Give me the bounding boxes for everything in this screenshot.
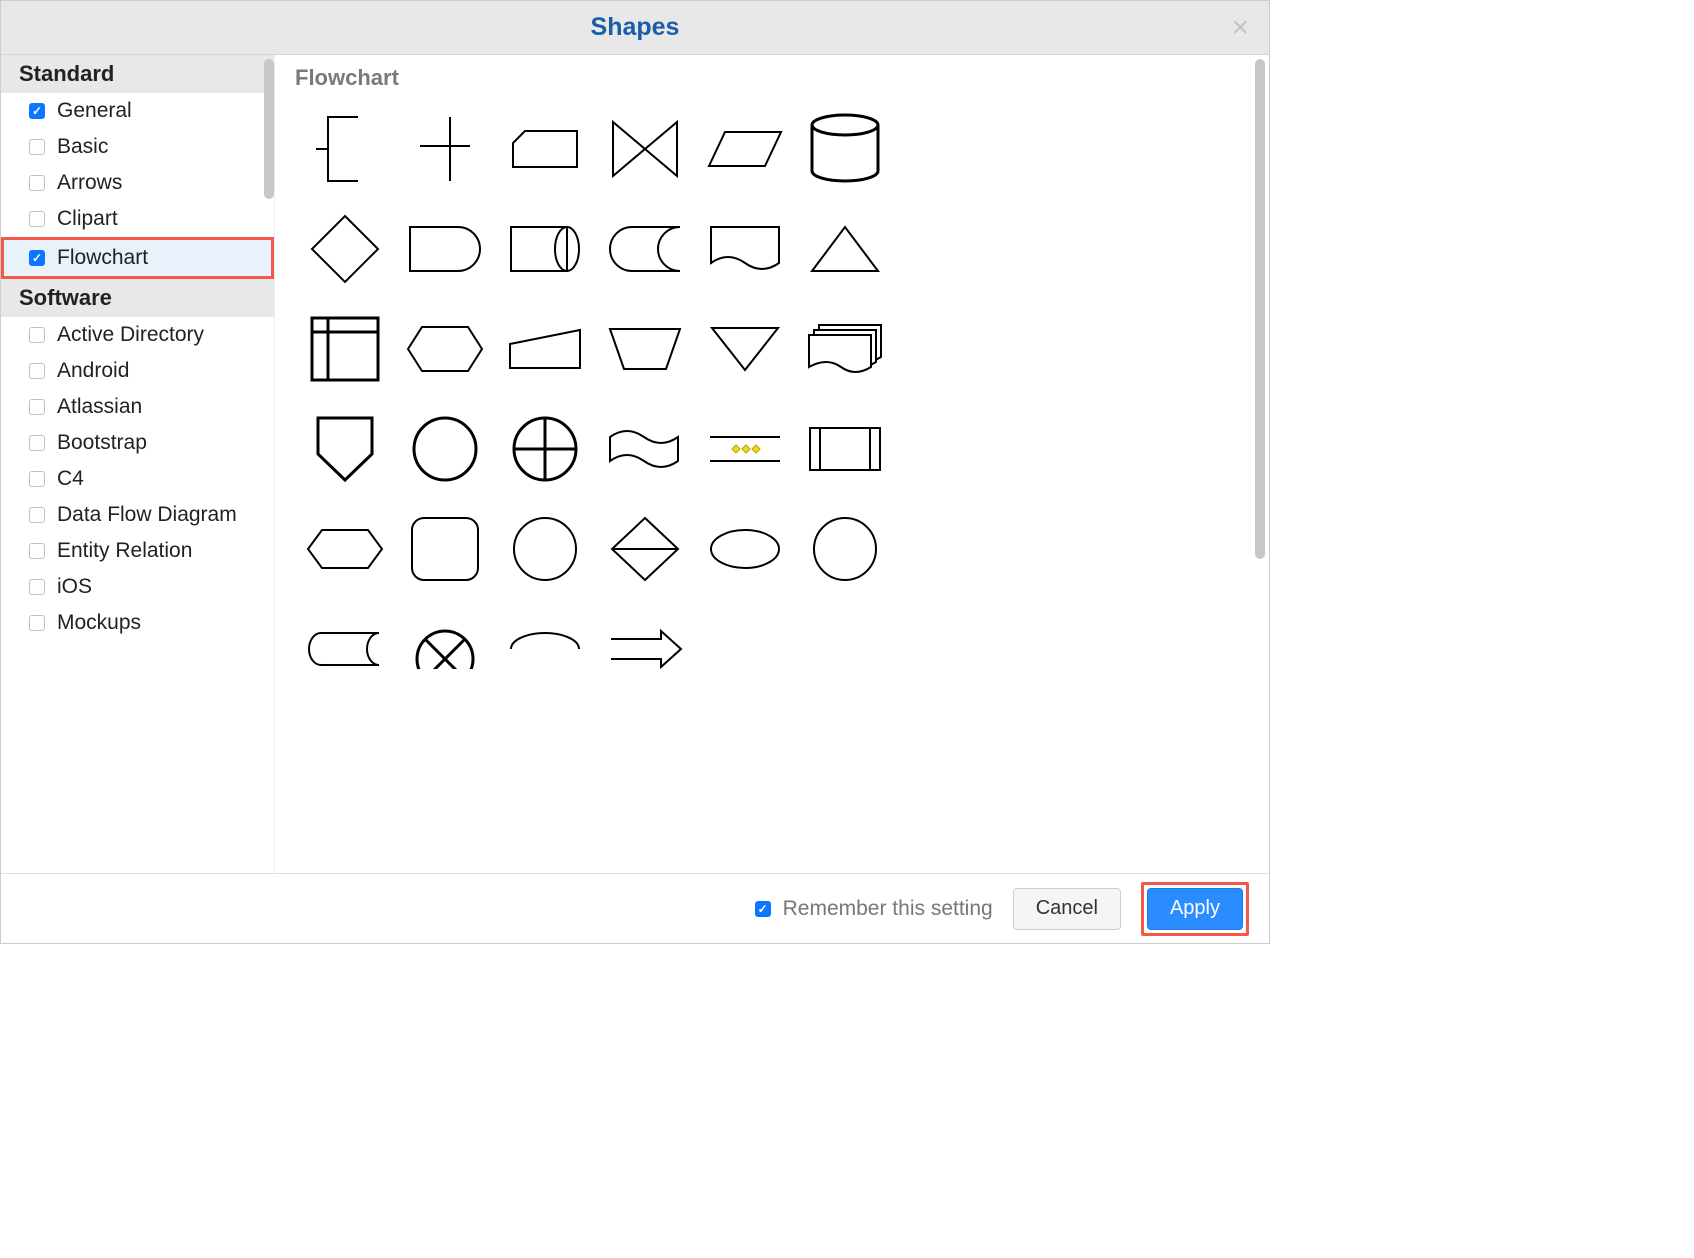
checkbox-icon[interactable]: [29, 175, 45, 191]
shape-card-icon[interactable]: [495, 599, 595, 699]
shape-preparation-icon[interactable]: [395, 299, 495, 399]
dialog-title: Shapes: [591, 13, 680, 42]
shape-manual-input-icon[interactable]: [495, 299, 595, 399]
shape-summing-junction-icon[interactable]: [695, 399, 795, 499]
category-label: C4: [57, 467, 84, 491]
close-icon[interactable]: ×: [1231, 13, 1249, 43]
dialog-header: Shapes ×: [1, 1, 1269, 55]
shape-data-icon[interactable]: [495, 99, 595, 199]
shape-loop-limit-icon[interactable]: [595, 99, 695, 199]
category-label: Flowchart: [57, 246, 148, 270]
category-item-bootstrap[interactable]: Bootstrap: [1, 425, 274, 461]
shape-grid: [295, 99, 1249, 699]
category-header-standard: Standard: [1, 55, 274, 93]
preview-title: Flowchart: [295, 65, 1249, 91]
category-item-data-flow-diagram[interactable]: Data Flow Diagram: [1, 497, 274, 533]
category-item-ios[interactable]: iOS: [1, 569, 274, 605]
checkbox-icon[interactable]: [29, 435, 45, 451]
category-header-software: Software: [1, 279, 274, 317]
shape-circle-icon[interactable]: [495, 499, 595, 599]
checkbox-icon[interactable]: [29, 579, 45, 595]
shape-paper-tape-icon[interactable]: [595, 399, 695, 499]
shape-direct-data-icon[interactable]: [595, 199, 695, 299]
shape-circle-alt-icon[interactable]: [795, 499, 895, 599]
dialog-footer: Remember this setting Cancel Apply: [1, 873, 1269, 943]
category-label: Clipart: [57, 207, 118, 231]
shape-offpage-icon[interactable]: [295, 399, 395, 499]
remember-setting[interactable]: Remember this setting: [755, 897, 993, 921]
shape-hexagon-icon[interactable]: [295, 499, 395, 599]
shape-transfer-icon[interactable]: [795, 599, 895, 699]
shape-triangle-icon[interactable]: [795, 199, 895, 299]
apply-highlight: Apply: [1141, 882, 1249, 936]
checkbox-icon[interactable]: [29, 103, 45, 119]
category-item-mockups[interactable]: Mockups: [1, 605, 274, 641]
shape-or-icon[interactable]: [495, 399, 595, 499]
shape-merge-icon[interactable]: [695, 299, 795, 399]
checkbox-icon[interactable]: [29, 139, 45, 155]
category-item-arrows[interactable]: Arrows: [1, 165, 274, 201]
category-label: Data Flow Diagram: [57, 503, 237, 527]
shape-categories-sidebar[interactable]: Standard General Basic Arrows Clipart Fl…: [1, 55, 275, 873]
shape-terminator-icon[interactable]: [695, 599, 795, 699]
shape-decision-icon[interactable]: [295, 199, 395, 299]
shape-multi-document-icon[interactable]: [795, 299, 895, 399]
category-item-clipart[interactable]: Clipart: [1, 201, 274, 237]
category-label: Mockups: [57, 611, 141, 635]
category-item-entity-relation[interactable]: Entity Relation: [1, 533, 274, 569]
dialog-body: Standard General Basic Arrows Clipart Fl…: [1, 55, 1269, 873]
shape-display-icon[interactable]: [495, 199, 595, 299]
shape-database-icon[interactable]: [795, 99, 895, 199]
cancel-button[interactable]: Cancel: [1013, 888, 1121, 930]
checkbox-icon[interactable]: [29, 399, 45, 415]
category-label: Android: [57, 359, 129, 383]
shape-annotation-1-icon[interactable]: [295, 99, 395, 199]
shape-sort-icon[interactable]: [595, 499, 695, 599]
category-item-flowchart[interactable]: Flowchart: [1, 237, 274, 279]
shape-document-icon[interactable]: [695, 199, 795, 299]
category-item-general[interactable]: General: [1, 93, 274, 129]
shape-predefined-process-icon[interactable]: [795, 399, 895, 499]
category-item-basic[interactable]: Basic: [1, 129, 274, 165]
shape-arrow-icon[interactable]: [595, 599, 695, 699]
shapes-dialog: Shapes × Standard General Basic Arrows C…: [0, 0, 1270, 944]
checkbox-icon[interactable]: [29, 543, 45, 559]
shape-preview-panel: Flowchart: [275, 55, 1269, 873]
shape-delay-icon[interactable]: [395, 199, 495, 299]
category-item-c4[interactable]: C4: [1, 461, 274, 497]
category-label: Active Directory: [57, 323, 204, 347]
category-item-android[interactable]: Android: [1, 353, 274, 389]
category-item-active-directory[interactable]: Active Directory: [1, 317, 274, 353]
apply-button[interactable]: Apply: [1147, 888, 1243, 930]
shape-ellipse-icon[interactable]: [695, 499, 795, 599]
shape-manual-operation-icon[interactable]: [595, 299, 695, 399]
checkbox-icon[interactable]: [29, 327, 45, 343]
shape-connector-icon[interactable]: [395, 399, 495, 499]
checkbox-icon[interactable]: [29, 471, 45, 487]
shape-parallelogram-icon[interactable]: [695, 99, 795, 199]
checkbox-icon[interactable]: [29, 363, 45, 379]
remember-label: Remember this setting: [783, 897, 993, 921]
category-label: Atlassian: [57, 395, 142, 419]
checkbox-icon[interactable]: [755, 901, 771, 917]
category-label: Entity Relation: [57, 539, 192, 563]
shape-annotation-2-icon[interactable]: [395, 99, 495, 199]
checkbox-icon[interactable]: [29, 507, 45, 523]
category-label: Basic: [57, 135, 108, 159]
shape-stored-data-icon[interactable]: [295, 599, 395, 699]
category-label: Bootstrap: [57, 431, 147, 455]
category-label: General: [57, 99, 132, 123]
shape-rounded-rect-icon[interactable]: [395, 499, 495, 599]
shape-extract-icon[interactable]: [395, 599, 495, 699]
category-label: Arrows: [57, 171, 122, 195]
category-label: iOS: [57, 575, 92, 599]
checkbox-icon[interactable]: [29, 211, 45, 227]
category-item-atlassian[interactable]: Atlassian: [1, 389, 274, 425]
checkbox-icon[interactable]: [29, 250, 45, 266]
preview-scrollbar[interactable]: [1255, 59, 1265, 559]
checkbox-icon[interactable]: [29, 615, 45, 631]
shape-internal-storage-icon[interactable]: [295, 299, 395, 399]
